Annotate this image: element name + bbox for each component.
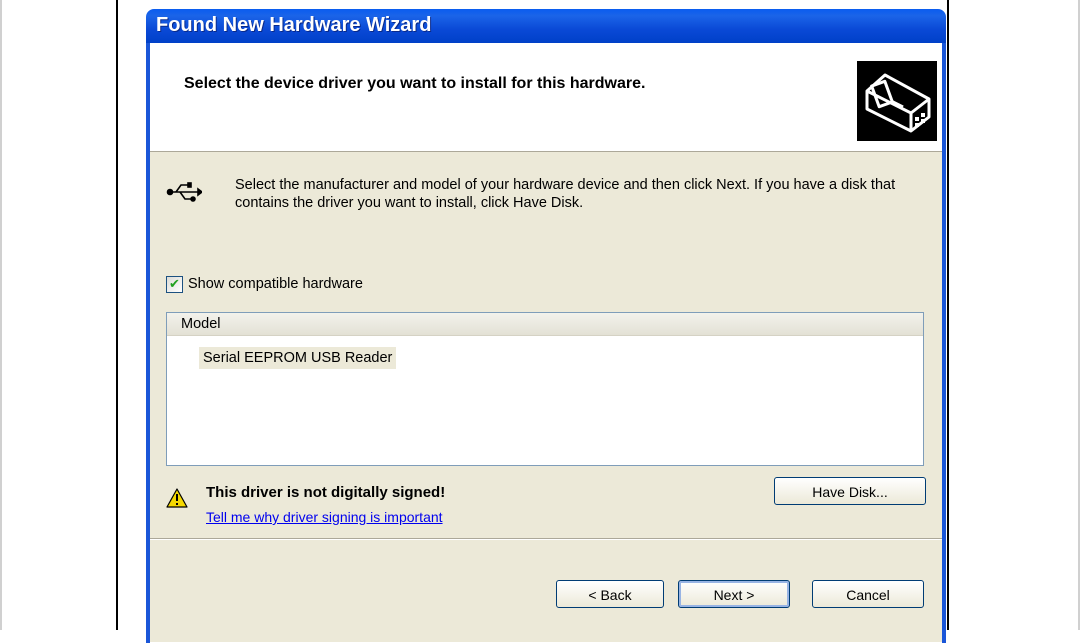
column-model: Model — [181, 316, 221, 332]
show-compatible-checkbox[interactable]: ✔ — [166, 276, 183, 293]
hardware-install-icon — [857, 61, 937, 141]
model-listbox[interactable]: Model Serial EEPROM USB Reader — [166, 312, 924, 466]
list-column-header[interactable]: Model — [167, 313, 923, 336]
warning-icon — [166, 488, 188, 508]
page-border-right — [1078, 0, 1080, 630]
page-border-left — [0, 0, 2, 630]
wizard-body: Select the manufacturer and model of you… — [150, 152, 942, 642]
next-button[interactable]: Next > — [678, 580, 790, 608]
button-separator — [150, 538, 942, 539]
wizard-header: Select the device driver you want to ins… — [150, 43, 942, 152]
checkmark-icon: ✔ — [169, 277, 180, 292]
table-rule-left — [116, 0, 118, 630]
wizard-window: Found New Hardware Wizard Select the dev… — [146, 9, 946, 643]
window-title: Found New Hardware Wizard — [156, 14, 432, 36]
cancel-button[interactable]: Cancel — [812, 580, 924, 608]
driver-signing-link[interactable]: Tell me why driver signing is important — [206, 509, 443, 525]
intro-text: Select the manufacturer and model of you… — [235, 177, 896, 211]
table-rule-right — [947, 0, 949, 630]
window-frame-right — [942, 43, 946, 643]
show-compatible-label[interactable]: Show compatible hardware — [188, 276, 363, 292]
back-button[interactable]: < Back — [556, 580, 664, 608]
list-item[interactable]: Serial EEPROM USB Reader — [199, 347, 397, 369]
unsigned-warning-text: This driver is not digitally signed! — [206, 484, 446, 501]
list-item-label: Serial EEPROM USB Reader — [203, 350, 393, 366]
header-title: Select the device driver you want to ins… — [184, 75, 646, 92]
usb-icon — [166, 180, 204, 204]
title-bar[interactable]: Found New Hardware Wizard — [146, 9, 946, 43]
have-disk-button[interactable]: Have Disk... — [774, 477, 926, 505]
